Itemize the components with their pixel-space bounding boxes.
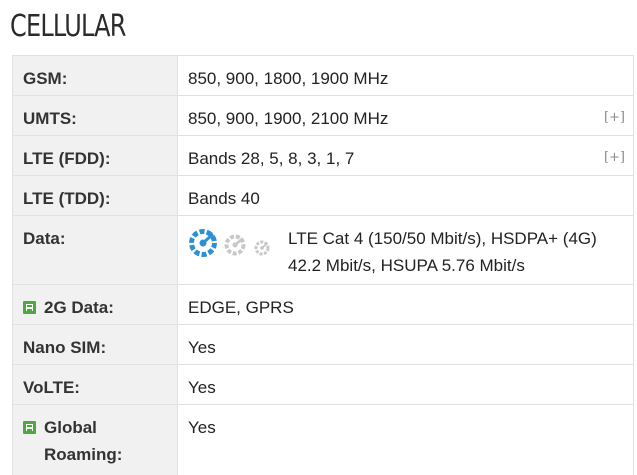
spec-value: Yes [178,405,633,475]
spec-value: LTE Cat 4 (150/50 Mbit/s), HSDPA+ (4G) 4… [178,216,633,284]
speed-rating-icons [188,228,280,258]
spec-value-text: Yes [188,338,216,357]
spec-label-text: 2G Data: [44,298,114,317]
green-badge-icon [23,301,36,314]
expand-toggle-button[interactable]: [+] [604,108,625,128]
spec-value-text: Yes [188,418,216,437]
spec-row-umts: UMTS: 850, 900, 1900, 2100 MHz [+] [13,96,633,136]
speedometer-icon-small [254,240,270,256]
spec-label: UMTS: [13,96,178,135]
spec-label-text: Global Roaming: [44,418,123,464]
spec-value: Bands 40 [178,176,633,215]
spec-row-2g-data: 2G Data: EDGE, GPRS [13,285,633,325]
spec-row-global-roaming: Global Roaming: Yes [13,405,633,475]
cellular-spec-page: CELLULAR GSM: 850, 900, 1800, 1900 MHz U… [0,0,637,475]
spec-row-data: Data: LTE Cat 4 (150/50 Mbit/s), HSDPA+ … [13,216,633,285]
spec-label: Nano SIM: [13,325,178,364]
spec-value-text: Yes [188,378,216,397]
spec-value-text: 850, 900, 1800, 1900 MHz [188,69,389,88]
spec-label: Data: [13,216,178,284]
spec-label: 2G Data: [13,285,178,324]
spec-row-volte: VoLTE: Yes [13,365,633,405]
spec-label: Global Roaming: [13,405,178,475]
spec-value: EDGE, GPRS [178,285,633,324]
spec-label-text: LTE (FDD): [23,149,111,168]
spec-label: LTE (FDD): [13,136,178,175]
spec-label-text: VoLTE: [23,378,80,397]
expand-toggle-button[interactable]: [+] [604,148,625,168]
spec-label-text: Nano SIM: [23,338,107,357]
spec-row-gsm: GSM: 850, 900, 1800, 1900 MHz [13,56,633,96]
spec-value-text: Bands 40 [188,189,260,208]
spec-value: 850, 900, 1900, 2100 MHz [+] [178,96,633,135]
spec-label-text: LTE (TDD): [23,189,111,208]
spec-label: GSM: [13,56,178,95]
spec-label: VoLTE: [13,365,178,404]
spec-value-text: Bands 28, 5, 8, 3, 1, 7 [188,149,355,168]
spec-value: Yes [178,325,633,364]
spec-value-text: EDGE, GPRS [188,298,294,317]
spec-value: Bands 28, 5, 8, 3, 1, 7 [+] [178,136,633,175]
section-title: CELLULAR [10,9,126,44]
spec-row-lte-tdd: LTE (TDD): Bands 40 [13,176,633,216]
spec-label-text: UMTS: [23,109,77,128]
spec-value-text: LTE Cat 4 (150/50 Mbit/s), HSDPA+ (4G) 4… [288,229,597,275]
spec-label: LTE (TDD): [13,176,178,215]
spec-value: 850, 900, 1800, 1900 MHz [178,56,633,95]
spec-row-nano-sim: Nano SIM: Yes [13,325,633,365]
speedometer-icon-medium [224,234,246,256]
green-badge-icon [23,421,36,434]
speed-rating-graphic [189,229,270,257]
spec-value: Yes [178,365,633,404]
speedometer-icon-large [189,229,217,257]
spec-label-text: Data: [23,229,66,248]
spec-value-text: 850, 900, 1900, 2100 MHz [188,109,389,128]
spec-label-text: GSM: [23,69,68,88]
cellular-spec-table: GSM: 850, 900, 1800, 1900 MHz UMTS: 850,… [12,55,634,475]
spec-row-lte-fdd: LTE (FDD): Bands 28, 5, 8, 3, 1, 7 [+] [13,136,633,176]
